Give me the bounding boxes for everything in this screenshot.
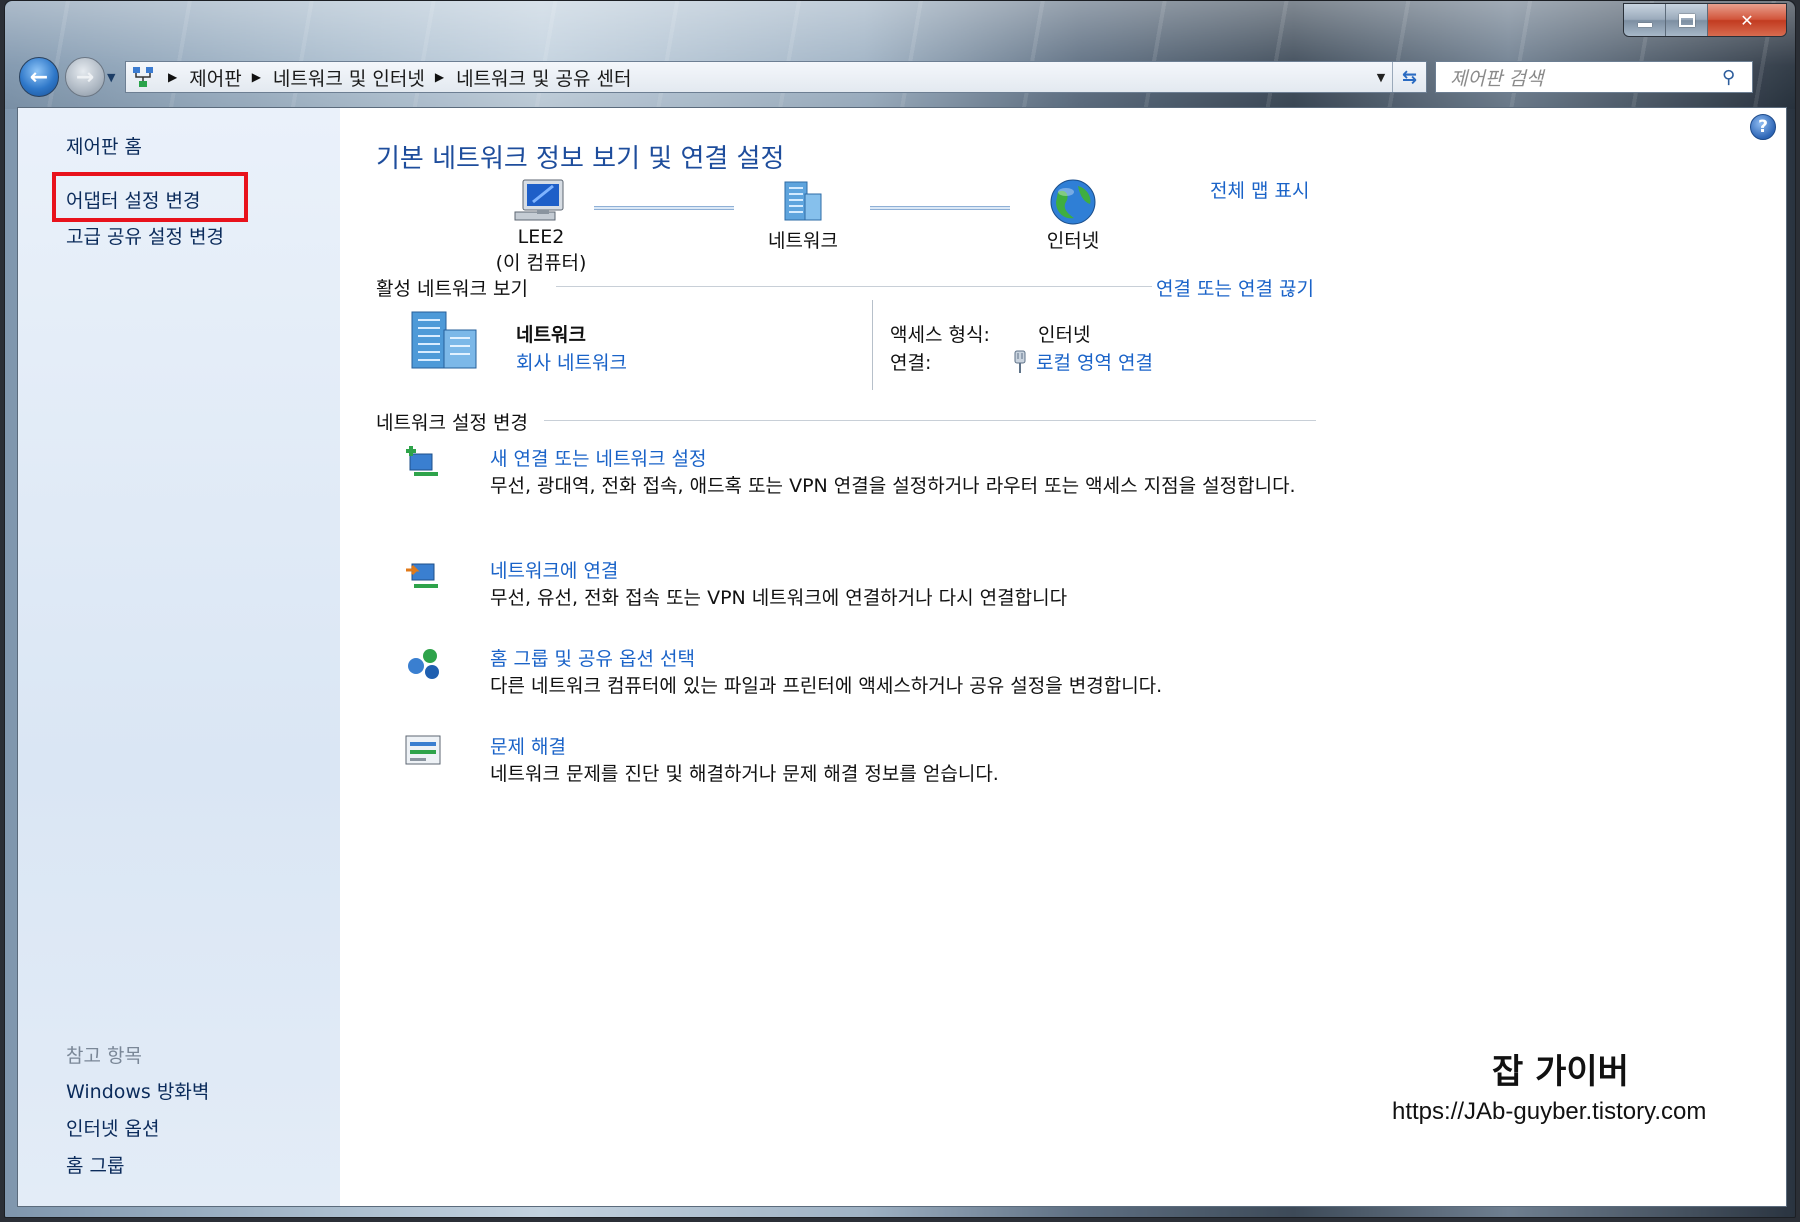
troubleshoot-link[interactable]: 문제 해결 (490, 732, 566, 759)
connect-network-desc: 무선, 유선, 전화 접속 또는 VPN 네트워크에 연결하거나 다시 연결합니… (490, 587, 1068, 609)
sidebar-item-homegroup[interactable]: 홈 그룹 (66, 1151, 124, 1178)
breadcrumb-control-panel[interactable]: 제어판 (189, 64, 241, 91)
sidebar-item-internet-options[interactable]: 인터넷 옵션 (66, 1114, 159, 1141)
network-building-icon (411, 311, 477, 369)
computer-sub: (이 컴퓨터) (495, 252, 587, 274)
connection-label: 연결: (890, 352, 932, 374)
close-icon: ✕ (1740, 10, 1754, 30)
watermark-url: https://JAb-guyber.tistory.com (1392, 1098, 1707, 1125)
see-also-heading: 참고 항목 (66, 1045, 142, 1067)
sidebar-item-windows-firewall[interactable]: Windows 방화벽 (66, 1077, 209, 1104)
back-button[interactable]: ← (19, 57, 59, 97)
computer-icon (514, 179, 564, 221)
network-building-icon (784, 181, 822, 221)
network-label: 네트워크 (768, 230, 838, 252)
minimize-button[interactable] (1624, 4, 1666, 36)
maximize-icon (1678, 13, 1695, 27)
breadcrumb-separator-icon[interactable]: ▶ (435, 70, 444, 84)
map-computer[interactable]: LEE2 (이 컴퓨터) (476, 178, 606, 275)
sidebar: 제어판 홈 어댑터 설정 변경 고급 공유 설정 변경 참고 항목 Window… (18, 108, 340, 1206)
network-center-icon (128, 63, 158, 91)
help-button[interactable]: ? (1750, 114, 1776, 140)
connection-value: 로컬 영역 연결 (1012, 348, 1153, 375)
network-settings-heading: 네트워크 설정 변경 (376, 412, 528, 434)
homegroup-link[interactable]: 홈 그룹 및 공유 옵션 선택 (490, 644, 695, 671)
show-full-map-link[interactable]: 전체 맵 표시 (1210, 176, 1309, 203)
sidebar-item-change-adapter-settings[interactable]: 어댑터 설정 변경 (66, 186, 200, 213)
address-bar[interactable]: ▶ 제어판 ▶ 네트워크 및 인터넷 ▶ 네트워크 및 공유 센터 ▼ ⇆ (125, 61, 1427, 93)
connect-disconnect-link[interactable]: 연결 또는 연결 끊기 (1156, 274, 1314, 301)
task-connect-network: 네트워크에 연결 무선, 유선, 전화 접속 또는 VPN 네트워크에 연결하거… (404, 556, 1304, 616)
close-button[interactable]: ✕ (1708, 4, 1786, 36)
navigation-bar: ← → ▼ ▶ 제어판 ▶ 네트워크 및 인터넷 ▶ 네트워크 및 공유 센터 … (19, 51, 1789, 103)
connect-network-link[interactable]: 네트워크에 연결 (490, 556, 618, 583)
sidebar-item-control-panel-home[interactable]: 제어판 홈 (66, 132, 142, 159)
network-type-link[interactable]: 회사 네트워크 (516, 348, 627, 375)
homegroup-desc: 다른 네트워크 컴퓨터에 있는 파일과 프린터에 액세스하거나 공유 설정을 변… (490, 675, 1163, 697)
troubleshoot-desc: 네트워크 문제를 진단 및 해결하거나 문제 해결 정보를 얻습니다. (490, 763, 999, 785)
internet-label: 인터넷 (1046, 230, 1100, 252)
breadcrumb-separator-icon[interactable]: ▶ (168, 70, 177, 84)
task-homegroup: 홈 그룹 및 공유 옵션 선택 다른 네트워크 컴퓨터에 있는 파일과 프린터에… (404, 644, 1304, 704)
active-networks-heading: 활성 네트워크 보기 (376, 278, 528, 300)
access-type-label: 액세스 형식: (890, 324, 990, 346)
map-network[interactable]: 네트워크 (748, 178, 858, 253)
sidebar-item-advanced-sharing[interactable]: 고급 공유 설정 변경 (66, 222, 224, 249)
refresh-icon: ⇆ (1401, 66, 1418, 88)
breadcrumb-network-internet[interactable]: 네트워크 및 인터넷 (273, 64, 425, 91)
task-troubleshoot: 문제 해결 네트워크 문제를 진단 및 해결하거나 문제 해결 정보를 얻습니다… (404, 732, 1304, 792)
breadcrumb-separator-icon[interactable]: ▶ (252, 70, 261, 84)
map-connector (870, 206, 1010, 210)
forward-button[interactable]: → (65, 57, 105, 97)
search-input[interactable]: 제어판 검색 ⚲ (1435, 61, 1753, 93)
section-divider (556, 286, 1152, 287)
address-history-dropdown[interactable]: ▼ (1370, 71, 1392, 84)
section-divider (544, 420, 1316, 421)
caption-buttons: ✕ (1623, 3, 1787, 37)
globe-icon (1050, 179, 1096, 225)
new-connection-desc: 무선, 광대역, 전화 접속, 애드혹 또는 VPN 연결을 설정하거나 라우터… (490, 475, 1296, 497)
breadcrumb-network-sharing-center[interactable]: 네트워크 및 공유 센터 (456, 64, 631, 91)
troubleshoot-icon (405, 735, 441, 765)
minimize-icon (1637, 23, 1652, 27)
new-connection-link[interactable]: 새 연결 또는 네트워크 설정 (490, 444, 706, 471)
back-arrow-icon: ← (29, 64, 49, 90)
map-internet[interactable]: 인터넷 (1018, 178, 1128, 253)
watermark-title: 잡 가이버 (1492, 1052, 1629, 1092)
page-title: 기본 네트워크 정보 보기 및 연결 설정 (376, 144, 785, 174)
recent-pages-dropdown[interactable]: ▼ (107, 71, 121, 84)
task-new-connection: 새 연결 또는 네트워크 설정 무선, 광대역, 전화 접속, 애드혹 또는 V… (404, 444, 1304, 524)
help-icon: ? (1758, 117, 1768, 137)
explorer-window: ✕ ← → ▼ ▶ 제어판 ▶ 네트워크 및 인터넷 ▶ 네트워크 및 공유 센… (4, 0, 1796, 1218)
forward-arrow-icon: → (75, 64, 95, 90)
map-connector (594, 206, 734, 210)
new-connection-icon (406, 446, 438, 476)
content-area: 제어판 홈 어댑터 설정 변경 고급 공유 설정 변경 참고 항목 Window… (17, 107, 1787, 1207)
computer-name: LEE2 (517, 226, 565, 248)
active-network-name: 네트워크 (516, 324, 586, 346)
search-icon[interactable]: ⚲ (1722, 67, 1752, 88)
search-placeholder: 제어판 검색 (1450, 67, 1544, 90)
access-type-value: 인터넷 (1038, 324, 1091, 346)
local-area-connection-link[interactable]: 로컬 영역 연결 (1036, 348, 1153, 375)
connect-network-icon (406, 563, 438, 588)
vertical-divider (872, 300, 873, 390)
refresh-button[interactable]: ⇆ (1392, 62, 1426, 92)
maximize-button[interactable] (1666, 4, 1708, 36)
ethernet-plug-icon (1014, 350, 1026, 373)
homegroup-icon (408, 649, 439, 679)
